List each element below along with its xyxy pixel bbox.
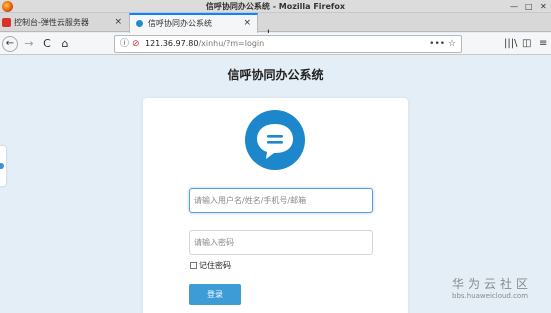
xinhu-favicon-icon [135, 19, 144, 28]
side-panel-tab[interactable] [0, 146, 6, 186]
url-host: 121.36.97.80 [145, 39, 199, 48]
password-input[interactable]: 请输入密码 [189, 230, 373, 255]
username-input[interactable]: 请输入用户名/姓名/手机号/邮箱 [189, 188, 373, 213]
tab-console[interactable]: 控制台-弹性云服务器 × [0, 13, 128, 32]
chat-logo-icon [245, 110, 305, 170]
info-icon[interactable]: ⓘ [120, 36, 129, 52]
tab-label: 信呼协同办公系统 [148, 19, 212, 28]
url-path: /xinhu/?m=login [198, 39, 265, 48]
remember-checkbox[interactable] [190, 262, 197, 269]
menu-icon[interactable]: ≡ [539, 33, 547, 55]
insecure-lock-icon: ⊘ [132, 39, 140, 49]
login-button[interactable]: 登录 [189, 284, 241, 305]
sidebar-icon[interactable]: ◫ [522, 33, 531, 55]
tab-xinhu[interactable]: 信呼协同办公系统 × [129, 13, 258, 33]
library-icon[interactable]: |||\ [504, 33, 517, 55]
url-bar[interactable]: ⓘ ⊘ 121.36.97.80/xinhu/?m=login ••• ☆ [114, 35, 462, 53]
page-content: 信呼协同办公系统 请输入用户名/姓名/手机号/邮箱 请输入密码 记住密码 登录 … [0, 56, 551, 313]
close-window-icon[interactable]: ✕ [540, 2, 547, 11]
page-actions[interactable]: ••• ☆ [429, 36, 456, 52]
remember-label: 记住密码 [199, 261, 231, 270]
watermark: 华为云社区 bbs.huaweicloud.com [452, 277, 547, 301]
watermark-en: bbs.huaweicloud.com [452, 292, 529, 300]
page-title: 信呼协同办公系统 [227, 68, 324, 82]
window-title: 信呼协同办公系统 - Mozilla Firefox [205, 2, 346, 11]
url-text[interactable]: 121.36.97.80/xinhu/?m=login [145, 36, 264, 52]
back-button[interactable]: ← [2, 36, 18, 52]
tab-label: 控制台-弹性云服务器 [14, 18, 89, 27]
tab-strip: 控制台-弹性云服务器 × 信呼协同办公系统 × + [0, 13, 551, 42]
home-button[interactable]: ⌂ [58, 33, 72, 55]
forward-button[interactable]: → [22, 33, 36, 55]
close-tab-icon[interactable]: × [243, 15, 251, 32]
huawei-favicon-icon [2, 18, 11, 27]
close-tab-icon[interactable]: × [114, 13, 122, 32]
side-panel-indicator-icon [0, 163, 4, 169]
window-titlebar: 信呼协同办公系统 - Mozilla Firefox — □ ✕ [0, 0, 551, 13]
reload-button[interactable]: C [40, 33, 54, 55]
login-card: 请输入用户名/姓名/手机号/邮箱 请输入密码 记住密码 登录 [143, 98, 408, 313]
watermark-cn: 华为云社区 [452, 277, 533, 291]
remember-password[interactable]: 记住密码 [190, 261, 231, 271]
maximize-icon[interactable]: □ [525, 2, 533, 11]
minimize-icon[interactable]: — [510, 2, 518, 11]
navigation-bar: ← → C ⌂ ⓘ ⊘ 121.36.97.80/xinhu/?m=login … [0, 33, 551, 55]
